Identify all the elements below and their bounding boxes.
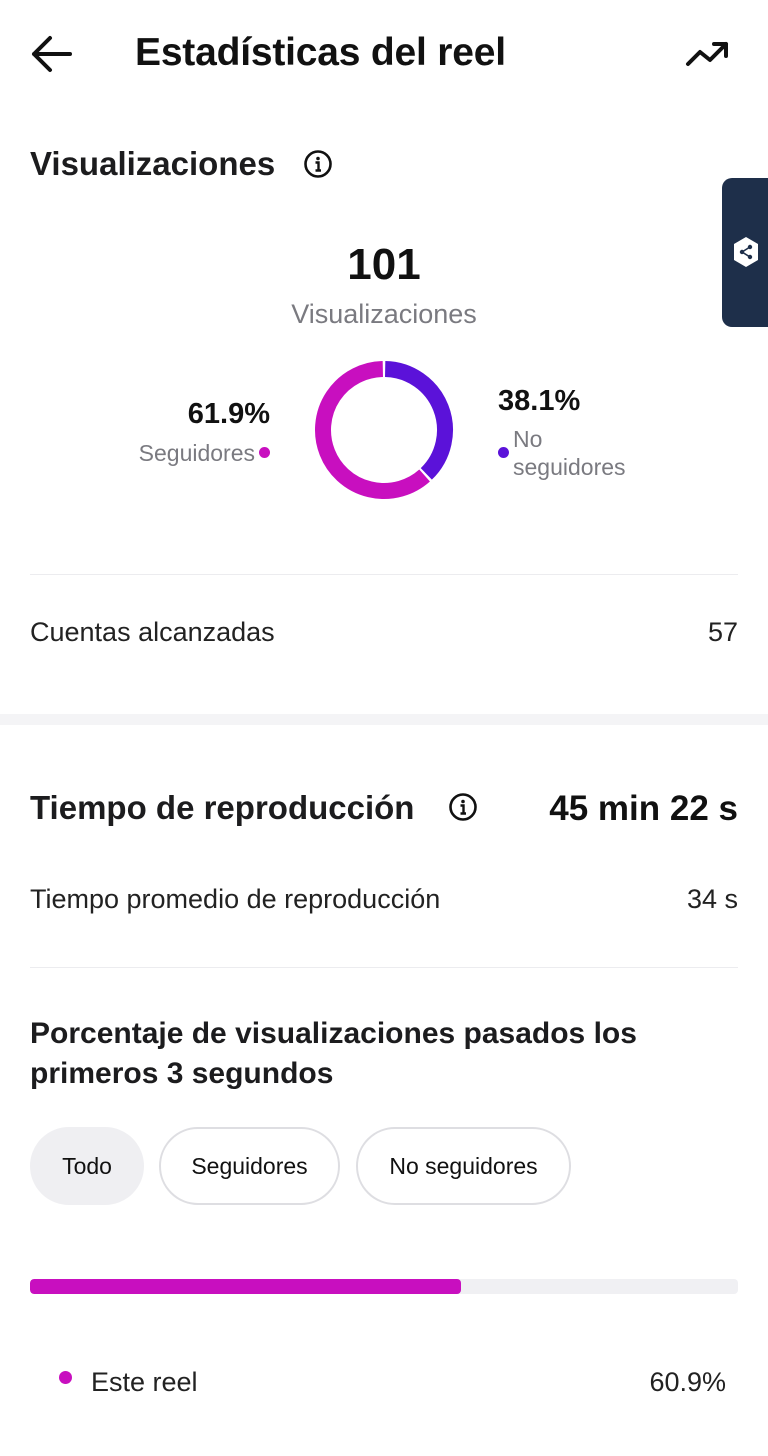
views-donut-chart xyxy=(315,361,453,499)
views-total: 101 xyxy=(347,240,421,289)
followers-percent: 61.9% xyxy=(187,398,270,430)
this-reel-label: Este reel xyxy=(91,1367,198,1397)
chip-all[interactable]: Todo xyxy=(30,1127,144,1205)
chip-followers[interactable]: Seguidores xyxy=(159,1127,340,1205)
followers-label: Seguidores xyxy=(138,440,255,466)
average-playtime-label: Tiempo promedio de reproducción xyxy=(30,884,441,914)
donut-segment-followers xyxy=(315,361,430,499)
average-playtime-value: 34 s xyxy=(686,884,738,914)
playtime-heading: Tiempo de reproducción xyxy=(30,789,415,826)
trend-button[interactable] xyxy=(680,30,736,78)
retention-heading: Porcentaje de visualizaciones pasados lo… xyxy=(30,1017,637,1090)
info-icon[interactable] xyxy=(448,792,478,822)
donut-segment-non-followers xyxy=(384,361,453,480)
retention-progress-fill xyxy=(30,1279,462,1294)
accounts-reached-value: 57 xyxy=(707,617,738,647)
divider xyxy=(30,967,738,968)
this-reel-legend-dot xyxy=(59,1371,72,1384)
info-icon[interactable] xyxy=(303,149,333,179)
non-followers-legend-dot xyxy=(498,447,509,458)
chip-non-followers[interactable]: No seguidores xyxy=(356,1127,571,1205)
this-reel-value: 60.9% xyxy=(649,1367,726,1397)
non-followers-label-line2: seguidores xyxy=(513,454,626,480)
non-followers-label-line1: No xyxy=(513,426,543,452)
followers-legend-dot xyxy=(259,447,270,458)
views-total-label: Visualizaciones xyxy=(291,299,477,329)
divider xyxy=(30,574,738,575)
page-title: Estadísticas del reel xyxy=(135,31,506,74)
back-button[interactable] xyxy=(22,28,82,80)
views-heading: Visualizaciones xyxy=(30,145,276,182)
accounts-reached-label: Cuentas alcanzadas xyxy=(30,617,275,647)
non-followers-percent: 38.1% xyxy=(498,385,581,417)
retention-progress-bar xyxy=(30,1279,738,1294)
arrow-left-icon xyxy=(32,36,72,72)
playtime-total: 45 min 22 s xyxy=(549,789,738,828)
section-divider xyxy=(0,714,768,725)
trending-up-icon xyxy=(686,42,728,66)
